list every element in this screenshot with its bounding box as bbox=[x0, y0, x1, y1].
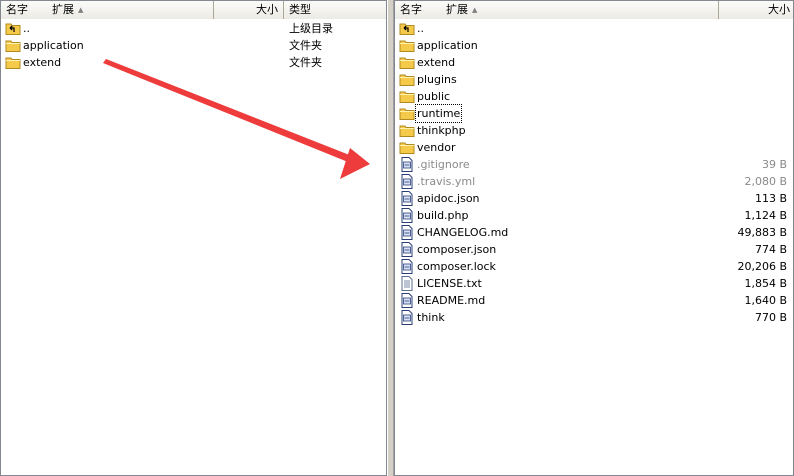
right-list-item[interactable]: vendor bbox=[395, 139, 793, 156]
folder-icon bbox=[5, 55, 21, 70]
left-header-size[interactable]: 大小 bbox=[214, 1, 284, 19]
item-type: 文件夹 bbox=[289, 39, 322, 52]
item-name: .gitignore bbox=[417, 158, 470, 171]
folder-icon bbox=[399, 140, 415, 155]
item-size: 39 B bbox=[761, 158, 787, 171]
right-list-item[interactable]: apidoc.json 113 B bbox=[395, 190, 793, 207]
left-header-ext[interactable]: 扩展 bbox=[52, 3, 74, 16]
item-name: vendor bbox=[417, 141, 456, 154]
right-list-item[interactable]: composer.lock 20,206 B bbox=[395, 258, 793, 275]
right-header-size[interactable]: 大小 bbox=[719, 1, 793, 19]
file-icon bbox=[399, 310, 415, 325]
sort-ascending-icon: ▲ bbox=[472, 6, 478, 14]
right-list-item[interactable]: CHANGELOG.md 49,883 B bbox=[395, 224, 793, 241]
item-name: extend bbox=[23, 56, 62, 69]
file-icon bbox=[399, 157, 415, 172]
item-name: apidoc.json bbox=[417, 192, 480, 205]
right-list-item[interactable]: composer.json 774 B bbox=[395, 241, 793, 258]
item-name: .. bbox=[23, 22, 30, 35]
item-name: think bbox=[417, 311, 445, 324]
item-size: 1,854 B bbox=[744, 277, 787, 290]
item-name: build.php bbox=[417, 209, 469, 222]
right-list-item[interactable]: README.md 1,640 B bbox=[395, 292, 793, 309]
right-column-header: 名字 扩展 ▲ 大小 bbox=[395, 1, 793, 19]
file-icon bbox=[399, 293, 415, 308]
right-list-item[interactable]: extend bbox=[395, 54, 793, 71]
up-folder-icon bbox=[399, 21, 415, 36]
right-list-item[interactable]: runtime bbox=[395, 104, 793, 123]
item-name: composer.json bbox=[417, 243, 497, 256]
left-list-item[interactable]: extend 文件夹 bbox=[1, 54, 386, 71]
item-size: 20,206 B bbox=[737, 260, 787, 273]
right-list-item[interactable]: .gitignore 39 B bbox=[395, 156, 793, 173]
item-type: 上级目录 bbox=[289, 22, 333, 35]
item-size: 2,080 B bbox=[744, 175, 787, 188]
item-name: composer.lock bbox=[417, 260, 496, 273]
folder-icon bbox=[399, 55, 415, 70]
right-list-item[interactable]: build.php 1,124 B bbox=[395, 207, 793, 224]
file-icon bbox=[399, 242, 415, 257]
folder-icon bbox=[5, 38, 21, 53]
file-icon bbox=[399, 208, 415, 223]
sort-ascending-icon: ▲ bbox=[78, 6, 84, 14]
right-list-item[interactable]: .. bbox=[395, 20, 793, 37]
file-icon bbox=[399, 259, 415, 274]
item-size: 113 B bbox=[754, 192, 787, 205]
item-name: plugins bbox=[417, 73, 457, 86]
file-icon bbox=[399, 225, 415, 240]
right-file-pane[interactable]: 名字 扩展 ▲ 大小 .. application extend plugins publi… bbox=[394, 0, 794, 476]
item-name: README.md bbox=[417, 294, 486, 307]
up-folder-icon bbox=[5, 21, 21, 36]
right-header-name-ext[interactable]: 名字 扩展 ▲ bbox=[395, 1, 719, 19]
item-name: runtime bbox=[414, 104, 463, 123]
right-list-item[interactable]: LICENSE.txt 1,854 B bbox=[395, 275, 793, 292]
left-list-item[interactable]: .. 上级目录 bbox=[1, 20, 386, 37]
right-list-item[interactable]: .travis.yml 2,080 B bbox=[395, 173, 793, 190]
item-size: 774 B bbox=[754, 243, 787, 256]
right-list-item[interactable]: think 770 B bbox=[395, 309, 793, 326]
item-size: 770 B bbox=[754, 311, 787, 324]
item-name: CHANGELOG.md bbox=[417, 226, 509, 239]
right-list-item[interactable]: application bbox=[395, 37, 793, 54]
file-icon bbox=[399, 191, 415, 206]
item-name: thinkphp bbox=[417, 124, 466, 137]
right-list-item[interactable]: plugins bbox=[395, 71, 793, 88]
left-header-name[interactable]: 名字 bbox=[6, 3, 28, 16]
item-type: 文件夹 bbox=[289, 56, 322, 69]
item-name: application bbox=[417, 39, 478, 52]
left-list-item[interactable]: application 文件夹 bbox=[1, 37, 386, 54]
folder-icon bbox=[399, 89, 415, 104]
item-size: 1,124 B bbox=[744, 209, 787, 222]
left-header-name-ext[interactable]: 名字 扩展 ▲ bbox=[1, 1, 214, 19]
right-header-name[interactable]: 名字 bbox=[400, 3, 422, 16]
item-name: .travis.yml bbox=[417, 175, 476, 188]
folder-icon bbox=[399, 123, 415, 138]
item-name: LICENSE.txt bbox=[417, 277, 482, 290]
item-name: public bbox=[417, 90, 451, 103]
left-column-header: 名字 扩展 ▲ 大小 类型 bbox=[1, 1, 386, 19]
item-name: .. bbox=[417, 22, 424, 35]
folder-icon bbox=[399, 72, 415, 87]
pane-splitter[interactable] bbox=[387, 0, 394, 476]
item-size: 1,640 B bbox=[744, 294, 787, 307]
folder-icon bbox=[399, 106, 415, 121]
item-name: application bbox=[23, 39, 84, 52]
file-icon bbox=[399, 174, 415, 189]
folder-icon bbox=[399, 38, 415, 53]
right-list-item[interactable]: thinkphp bbox=[395, 122, 793, 139]
right-list-item[interactable]: public bbox=[395, 88, 793, 105]
left-header-type[interactable]: 类型 bbox=[284, 1, 386, 19]
text-file-icon bbox=[399, 276, 415, 291]
right-header-ext[interactable]: 扩展 bbox=[446, 3, 468, 16]
item-size: 49,883 B bbox=[737, 226, 787, 239]
item-name: extend bbox=[417, 56, 456, 69]
left-file-pane[interactable]: 名字 扩展 ▲ 大小 类型 .. 上级目录 application 文件夹 extend 文件… bbox=[0, 0, 387, 476]
